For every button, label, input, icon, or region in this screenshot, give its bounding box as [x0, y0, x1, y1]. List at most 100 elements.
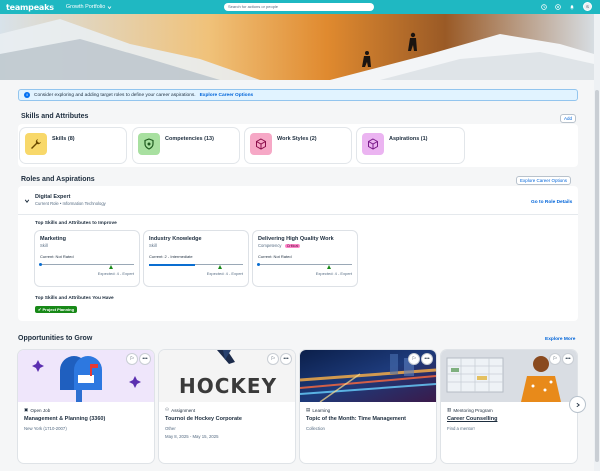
opportunity-type: Learning — [312, 407, 331, 413]
attribute-type: Competency — [258, 243, 282, 248]
opportunity-type: Mentoring Program — [453, 407, 493, 413]
competencies-card-label: Competencies (13) — [165, 136, 214, 142]
go-to-role-details-link[interactable]: Go to Role Details — [531, 200, 572, 205]
cube-icon — [250, 133, 272, 155]
people-icon: ⚇ — [165, 407, 170, 412]
opportunity-subtitle: Other — [165, 426, 176, 431]
expected-level-marker — [218, 265, 222, 269]
opportunity-card-open-job[interactable]: ⚐ ••• ▣ Open Job Management & Planning (… — [18, 350, 154, 463]
info-icon: i — [24, 92, 30, 98]
attribute-type-row: Competency Critical — [258, 243, 352, 248]
cube-icon — [362, 133, 384, 155]
explore-career-options-button[interactable]: Explore Career Options — [516, 176, 572, 185]
nav-title-menu[interactable]: Growth Portfolio — [66, 4, 112, 10]
briefcase-icon: ▣ — [24, 407, 29, 412]
proficiency-track — [39, 260, 134, 270]
skill-tag[interactable]: ✔ Project Planning — [35, 306, 78, 313]
search-input[interactable]: Search for actions or people — [224, 3, 374, 11]
explore-career-options-link[interactable]: Explore Career Options — [200, 93, 254, 98]
shell-bar: teampeaks Growth Portfolio Search for ac… — [0, 0, 600, 14]
role-subtitle: Current Role • Information Technology — [35, 201, 106, 206]
skill-tag-label: Project Planning — [42, 307, 75, 312]
proficiency-track — [257, 260, 352, 270]
bookmark-icon[interactable]: ⚐ — [268, 354, 278, 364]
add-button[interactable]: Add — [560, 114, 577, 123]
scrollbar-thumb[interactable] — [595, 90, 599, 462]
opportunities-section-title: Opportunities to Grow — [18, 335, 93, 342]
role-title: Digital Expert — [35, 194, 71, 200]
opportunity-card-mentoring[interactable]: ⚐ ••• ▥ Mentoring Program Career Counsel… — [441, 350, 577, 463]
current-level-fill — [149, 263, 195, 266]
opportunity-title: Tournoi de Hockey Corporate — [165, 416, 242, 422]
opportunity-title: Topic of the Month: Time Management — [306, 416, 407, 422]
chevron-down-icon — [107, 5, 112, 9]
opportunity-subtitle: Find a mentor! — [447, 426, 475, 431]
attribute-type: Skill — [40, 243, 48, 248]
skills-card-label: Skills (8) — [52, 136, 75, 142]
have-title: Top Skills and Attributes You Have — [35, 296, 114, 301]
mountain-climbers-illustration — [0, 14, 594, 80]
hockey-image-text: HOCKEY — [179, 374, 278, 398]
attribute-name: Industry Knowledge — [149, 236, 202, 242]
skills-section-title: Skills and Attributes — [21, 113, 89, 120]
explore-more-link[interactable]: Explore More — [545, 337, 575, 342]
more-icon[interactable]: ••• — [563, 354, 573, 364]
competencies-card[interactable]: Competencies (13) — [133, 128, 239, 163]
attribute-name: Marketing — [40, 236, 66, 242]
role-row: Digital Expert Current Role • Informatio… — [18, 188, 578, 214]
attribute-expected-level: Expected: 4 - Expert — [97, 271, 134, 276]
attribute-expected-level: Expected: 4 - Expert — [206, 271, 243, 276]
current-level-dot — [39, 263, 42, 266]
proficiency-track — [149, 260, 243, 270]
attribute-card-delivering-quality[interactable]: Delivering High Quality Work Competency … — [253, 231, 357, 286]
clock-icon[interactable] — [541, 3, 547, 10]
avatar[interactable]: S — [583, 2, 592, 11]
expected-level-marker — [109, 265, 113, 269]
work-styles-card-label: Work Styles (2) — [277, 136, 317, 142]
info-message-strip: i Consider exploring and adding target r… — [18, 89, 578, 101]
bookmark-icon[interactable]: ⚐ — [409, 354, 419, 364]
aspirations-card[interactable]: Aspirations (1) — [357, 128, 464, 163]
opportunity-subtitle: Collection — [306, 426, 325, 431]
opportunity-card-learning[interactable]: ⚐ ••• ▤ Learning Topic of the Month: Tim… — [300, 350, 436, 463]
attribute-current-level: Current: Not Rated — [258, 254, 292, 259]
more-icon[interactable]: ••• — [140, 354, 150, 364]
attribute-type: Skill — [149, 243, 157, 248]
attribute-card-industry-knowledge[interactable]: Industry Knowledge Skill Current: 2 - In… — [144, 231, 248, 286]
expected-level-marker — [327, 265, 331, 269]
current-level-dot — [257, 263, 260, 266]
bookmark-icon[interactable]: ⚐ — [127, 354, 137, 364]
bell-icon[interactable] — [569, 4, 575, 10]
mentor-icon: ▥ — [447, 407, 452, 412]
attribute-current-level: Current: Not Rated — [40, 254, 74, 259]
divider — [18, 214, 578, 215]
chevron-down-icon[interactable] — [24, 198, 30, 204]
learning-icon: ▤ — [306, 407, 311, 412]
attribute-current-level: Current: 2 - Intermediate — [149, 254, 193, 259]
wrench-icon — [25, 133, 47, 155]
carousel-next-button[interactable] — [570, 397, 585, 412]
opportunity-card-assignment[interactable]: HOCKEY ⚐ ••• ⚇ Assignment Tournoi de Hoc… — [159, 350, 295, 463]
shield-icon — [138, 133, 160, 155]
attribute-card-marketing[interactable]: Marketing Skill Current: Not Rated Expec… — [35, 231, 139, 286]
page-scrollbar[interactable] — [594, 14, 600, 471]
critical-badge: Critical — [284, 244, 301, 248]
opportunity-title: Management & Planning (3360) — [24, 416, 106, 422]
opportunity-dates: May 8, 2025 - May 15, 2025 — [165, 434, 219, 439]
opportunity-title: Career Counselling — [447, 416, 498, 422]
work-styles-card[interactable]: Work Styles (2) — [245, 128, 351, 163]
bookmark-icon[interactable]: ⚐ — [550, 354, 560, 364]
more-icon[interactable]: ••• — [422, 354, 432, 364]
app-logo[interactable]: teampeaks — [6, 3, 54, 12]
attribute-name: Delivering High Quality Work — [258, 236, 334, 242]
opportunity-type: Open Job — [30, 407, 51, 413]
nav-title-label: Growth Portfolio — [65, 4, 106, 10]
more-icon[interactable]: ••• — [281, 354, 291, 364]
chevron-right-icon — [576, 402, 580, 407]
opportunity-subtitle: New York (1710-2007) — [24, 426, 67, 431]
info-text: Consider exploring and adding target rol… — [34, 92, 196, 98]
attribute-expected-level: Expected: 4 - Expert — [315, 271, 352, 276]
skills-card[interactable]: Skills (8) — [20, 128, 126, 163]
help-icon[interactable] — [555, 3, 561, 10]
hero-banner-image — [0, 14, 594, 80]
